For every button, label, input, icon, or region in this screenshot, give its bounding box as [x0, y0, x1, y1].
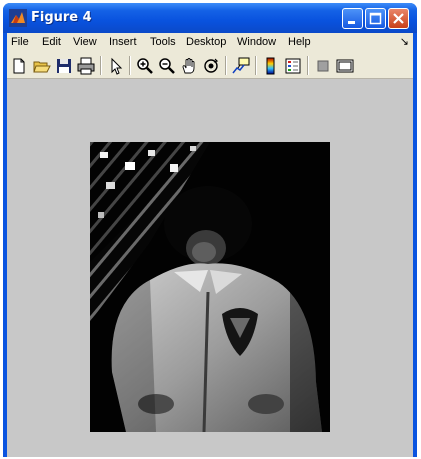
figure-canvas[interactable]: [7, 79, 413, 457]
window-title: Figure 4: [31, 10, 92, 25]
menu-window[interactable]: Window: [237, 36, 276, 48]
data-cursor-icon: [232, 57, 250, 74]
photo-child-in-jacket: [90, 142, 330, 432]
insert-legend-button[interactable]: [283, 56, 303, 76]
toolbar-separator: [129, 56, 131, 75]
data-cursor-button[interactable]: [231, 56, 251, 76]
print-icon: [77, 57, 95, 75]
figure-client-area: File Edit View Insert Tools Desktop Wind…: [7, 33, 413, 457]
figure-toolbar: [7, 53, 413, 79]
dock-arrow-icon[interactable]: ↘: [400, 35, 409, 48]
matlab-logo-icon: [9, 9, 27, 27]
toolbar-separator: [307, 56, 309, 75]
menu-view[interactable]: View: [73, 36, 97, 48]
new-figure-button[interactable]: [9, 56, 29, 76]
save-icon: [57, 59, 71, 73]
title-bar[interactable]: Figure 4: [3, 3, 417, 33]
toolbar-separator: [255, 56, 257, 75]
print-button[interactable]: [76, 56, 96, 76]
close-icon: [393, 13, 404, 24]
pan-hand-icon: [182, 58, 195, 74]
insert-legend-icon: [285, 58, 301, 74]
menu-desktop[interactable]: Desktop: [186, 36, 226, 48]
open-file-button[interactable]: [32, 56, 52, 76]
minimize-button[interactable]: [342, 8, 363, 29]
figure-window: Figure 4 File Edit View Insert Tools Des…: [3, 3, 417, 457]
insert-colorbar-icon: [266, 57, 275, 75]
close-button[interactable]: [388, 8, 409, 29]
hide-plot-tools-icon: [317, 60, 329, 72]
menu-insert[interactable]: Insert: [109, 36, 137, 48]
open-file-icon: [33, 61, 51, 73]
menu-edit[interactable]: Edit: [42, 36, 61, 48]
edit-plot-button[interactable]: [106, 56, 126, 76]
new-figure-icon: [13, 58, 25, 74]
maximize-icon: [369, 12, 382, 25]
rotate-3d-icon: [204, 58, 219, 73]
grayscale-image[interactable]: [90, 142, 330, 432]
menu-help[interactable]: Help: [288, 36, 311, 48]
zoom-in-button[interactable]: [135, 56, 155, 76]
zoom-out-button[interactable]: [157, 56, 177, 76]
show-plot-tools-icon: [336, 59, 354, 73]
insert-colorbar-button[interactable]: [261, 56, 281, 76]
menu-file[interactable]: File: [11, 36, 29, 48]
pan-button[interactable]: [179, 56, 199, 76]
toolbar-separator: [100, 56, 102, 75]
zoom-in-icon: [137, 58, 153, 74]
maximize-button[interactable]: [365, 8, 386, 29]
rotate-3d-button[interactable]: [201, 56, 221, 76]
menu-bar: File Edit View Insert Tools Desktop Wind…: [7, 33, 413, 53]
zoom-out-icon: [159, 58, 175, 74]
save-button[interactable]: [54, 56, 74, 76]
show-plot-tools-button[interactable]: [335, 56, 355, 76]
minimize-icon: [348, 21, 355, 24]
menu-tools[interactable]: Tools: [150, 36, 176, 48]
edit-plot-arrow-icon: [111, 57, 123, 75]
hide-plot-tools-button[interactable]: [313, 56, 333, 76]
toolbar-separator: [225, 56, 227, 75]
